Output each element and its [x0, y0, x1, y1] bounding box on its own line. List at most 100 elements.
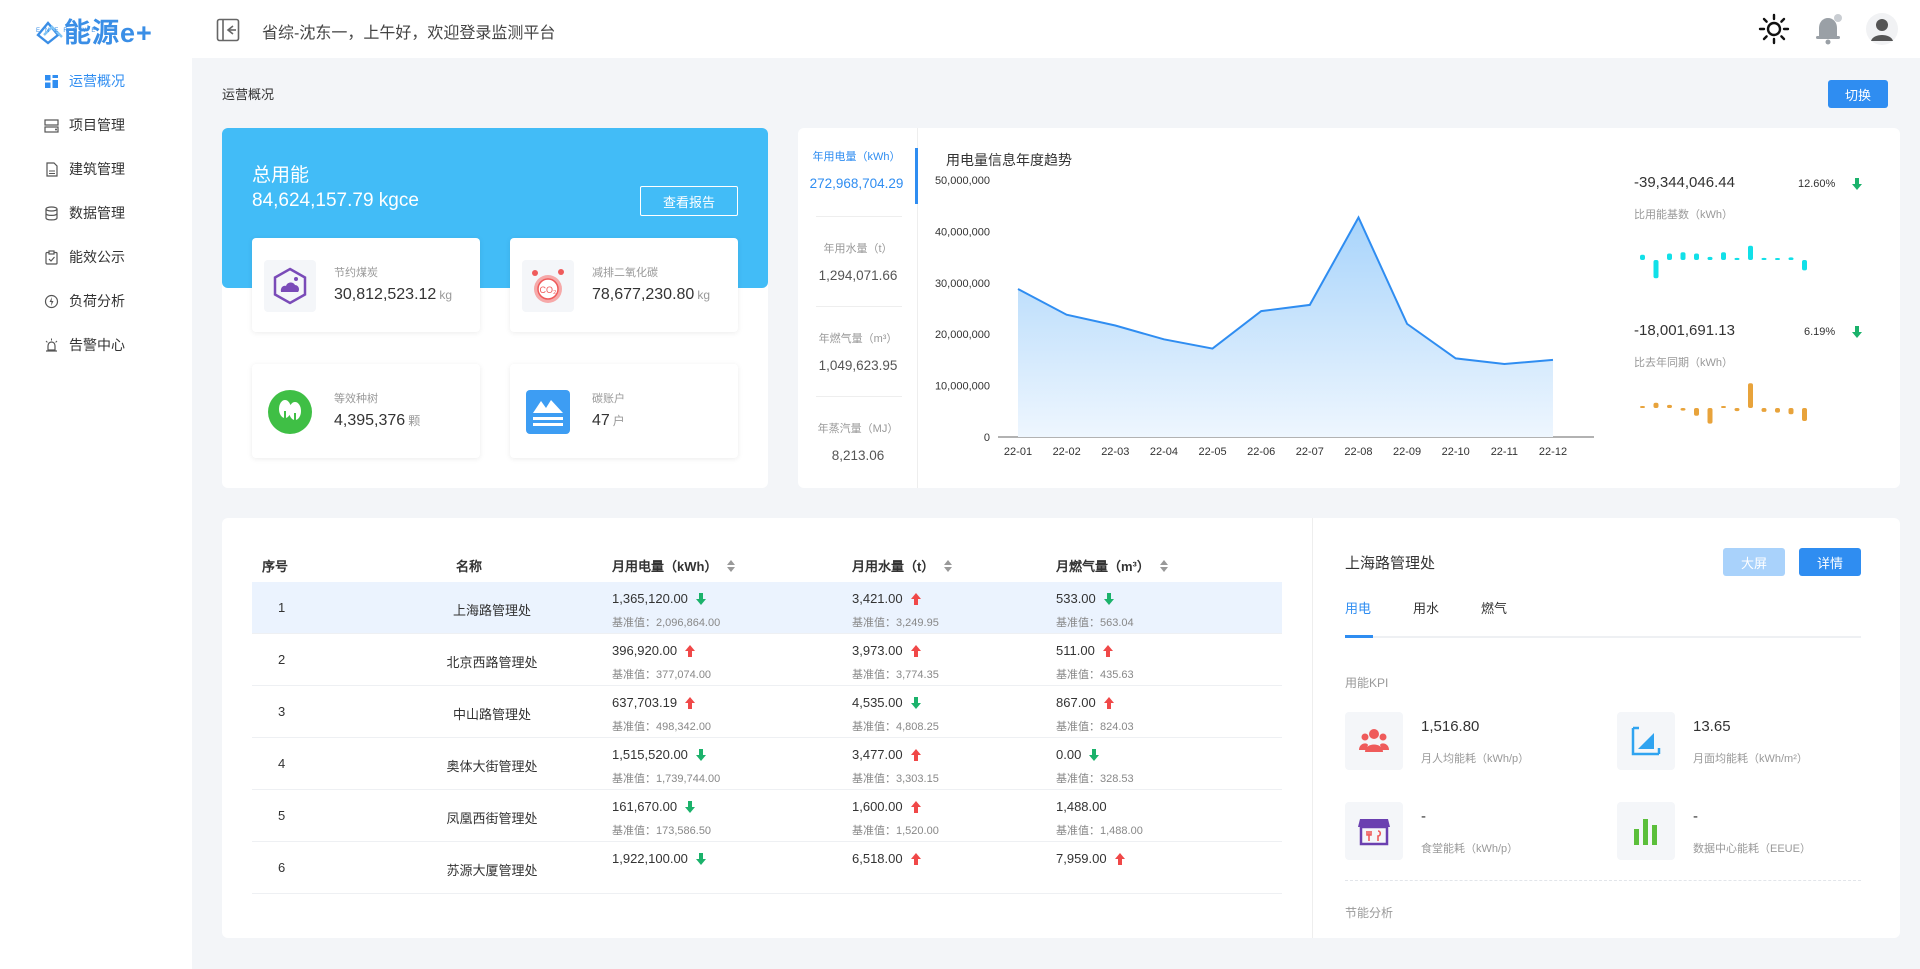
arrow-up-icon	[910, 800, 921, 813]
tab-gas[interactable]: 年燃气量（m³） 1,049,623.95	[798, 330, 918, 373]
table-row[interactable]: 5 凤凰西街管理处 161,670.00 基准值：173,586.50 1,600.00…	[252, 790, 1282, 842]
arrow-up-icon	[910, 592, 921, 605]
load-icon	[44, 294, 59, 308]
y-tick-label: 0	[984, 432, 990, 444]
sparkline-bar	[1761, 408, 1767, 412]
arrow-up-icon	[910, 748, 921, 761]
water-value: 4,535.00	[852, 695, 921, 710]
sidebar-item-data[interactable]: 数据管理	[44, 202, 125, 224]
tab-gas[interactable]: 燃气	[1481, 598, 1507, 617]
electricity-baseline: 基准值：2,096,864.00	[612, 617, 721, 629]
col-water[interactable]: 月用水量（t）	[852, 556, 953, 575]
clipboard-icon	[45, 249, 58, 265]
sidebar-item-label: 运营概况	[69, 73, 125, 89]
stat-value: 4,395,376 颗	[334, 412, 421, 429]
sparkline-bar	[1775, 258, 1780, 260]
tab-electricity[interactable]: 用电	[1345, 598, 1371, 617]
table-row[interactable]: 6 苏源大厦管理处 1,922,100.00 6,518.00 7,959.00	[252, 842, 1282, 894]
gas-value: 1,488.00	[1056, 799, 1107, 814]
x-tick-label: 22-05	[1198, 446, 1226, 458]
col-gas[interactable]: 月燃气量（m³）	[1056, 556, 1168, 575]
energy-trend-card: 年用电量（kWh） 272,968,704.29 年用水量（t） 1,294,0…	[798, 128, 1900, 488]
row-name: 苏源大厦管理处	[446, 863, 538, 878]
col-index: 序号	[262, 559, 289, 574]
row-index: 4	[278, 756, 286, 771]
sidebar-item-load-analysis[interactable]: 负荷分析	[44, 290, 125, 312]
row-index: 2	[278, 652, 286, 667]
sidebar: 运营概况 项目管理 建筑管理 数据管理 能效公示 负荷分析 告警中心	[0, 58, 192, 969]
gas-baseline: 基准值：824.03	[1056, 721, 1134, 733]
switch-button[interactable]: 切换	[1828, 80, 1888, 108]
kpi-value: 1,516.80	[1421, 718, 1480, 735]
x-tick-label: 22-03	[1101, 446, 1129, 458]
x-tick-label: 22-09	[1393, 446, 1421, 458]
row-name: 凤凰西街管理处	[446, 811, 538, 826]
electricity-baseline: 基准值：498,342.00	[612, 721, 712, 733]
arrow-down-icon	[1852, 178, 1862, 190]
sparkline-bar	[1653, 402, 1659, 408]
gas-baseline: 基准值：1,488.00	[1056, 825, 1143, 837]
arrow-down-icon	[685, 800, 696, 813]
sidebar-item-overview[interactable]: 运营概况	[44, 70, 125, 92]
y-tick-label: 30,000,000	[935, 278, 990, 290]
water-value: 1,600.00	[852, 799, 921, 814]
breadcrumb: 运营概况	[222, 87, 275, 102]
sidebar-item-projects[interactable]: 项目管理	[44, 114, 125, 136]
sparkline-bar	[1694, 253, 1699, 260]
arrow-up-icon	[1102, 644, 1113, 657]
sparkline-bar	[1667, 404, 1672, 408]
total-energy-card: 总用能 84,624,157.79 kgce 查看报告 节约煤炭 30,812,…	[222, 128, 768, 488]
office-detail-panel: 上海路管理处 大屏 详情 用电 用水 燃气 用能KPI 1,516.80 月人均…	[1312, 518, 1900, 938]
row-index: 3	[278, 704, 286, 719]
big-screen-button[interactable]: 大屏	[1723, 548, 1785, 576]
col-name: 名称	[456, 559, 483, 574]
tab-steam[interactable]: 年蒸汽量（MJ） 8,213.06	[798, 420, 918, 463]
user-avatar-icon[interactable]	[1865, 12, 1899, 46]
kpi-vs-baseline-pct: 12.60%	[1798, 178, 1836, 190]
row-index: 1	[278, 600, 286, 615]
stat-trees-equivalent: 等效种树 4,395,376 颗	[252, 364, 480, 458]
gas-baseline: 基准值：563.04	[1056, 617, 1134, 629]
col-electricity[interactable]: 月用电量（kWh）	[612, 556, 736, 575]
table-row[interactable]: 3 中山路管理处 637,703.19 基准值：498,342.00 4,535.00 基…	[252, 686, 1282, 738]
sidebar-item-buildings[interactable]: 建筑管理	[44, 158, 125, 180]
arrow-down-icon	[1089, 748, 1100, 761]
water-value: 3,477.00	[852, 747, 921, 762]
arrow-up-icon	[1114, 852, 1125, 865]
x-tick-label: 22-10	[1442, 446, 1470, 458]
last-year-sparkline	[1640, 383, 1807, 424]
sidebar-item-alarms[interactable]: 告警中心	[44, 334, 125, 356]
area-icon	[1631, 726, 1661, 756]
tab-electricity[interactable]: 年用电量（kWh） 272,968,704.29	[798, 148, 918, 204]
electricity-value: 396,920.00	[612, 643, 696, 658]
arrow-down-icon	[695, 748, 706, 761]
tab-water[interactable]: 年用水量（t） 1,294,071.66	[798, 240, 918, 283]
collapse-sidebar-icon[interactable]	[216, 18, 240, 42]
stat-coal-saved: 节约煤炭 30,812,523.12 kg	[252, 238, 480, 332]
theme-toggle-icon[interactable]	[1757, 12, 1791, 46]
sidebar-item-efficiency[interactable]: 能效公示	[44, 246, 125, 268]
y-tick-label: 50,000,000	[935, 175, 990, 187]
table-row[interactable]: 1 上海路管理处 1,365,120.00 基准值：2,096,864.00 3,421…	[252, 582, 1282, 634]
sidebar-item-label: 建筑管理	[69, 161, 125, 177]
table-row[interactable]: 2 北京西路管理处 396,920.00 基准值：377,074.00 3,973.00…	[252, 634, 1282, 686]
stat-label: 碳账户	[592, 393, 625, 405]
notification-bell-icon[interactable]	[1811, 12, 1845, 46]
tab-water[interactable]: 用水	[1413, 598, 1439, 617]
kpi-value: -	[1693, 808, 1698, 825]
kpi-label: 月人均能耗（kWh/p）	[1421, 753, 1530, 765]
electricity-value: 161,670.00	[612, 799, 696, 814]
table-row[interactable]: 4 奥体大街管理处 1,515,520.00 基准值：1,739,744.00 3,47…	[252, 738, 1282, 790]
row-name: 奥体大街管理处	[446, 759, 538, 774]
arrow-down-icon	[695, 592, 706, 605]
view-report-button[interactable]: 查看报告	[640, 186, 738, 216]
water-value: 6,518.00	[852, 851, 921, 866]
sparkline-bar	[1748, 383, 1753, 408]
gas-baseline: 基准值：328.53	[1056, 773, 1134, 785]
detail-button[interactable]: 详情	[1799, 548, 1861, 576]
row-name: 上海路管理处	[452, 603, 531, 618]
kpi-section-title: 用能KPI	[1345, 676, 1389, 690]
arrow-down-icon	[910, 696, 921, 709]
sparkline-bar	[1721, 252, 1726, 260]
row-index: 6	[278, 860, 286, 875]
